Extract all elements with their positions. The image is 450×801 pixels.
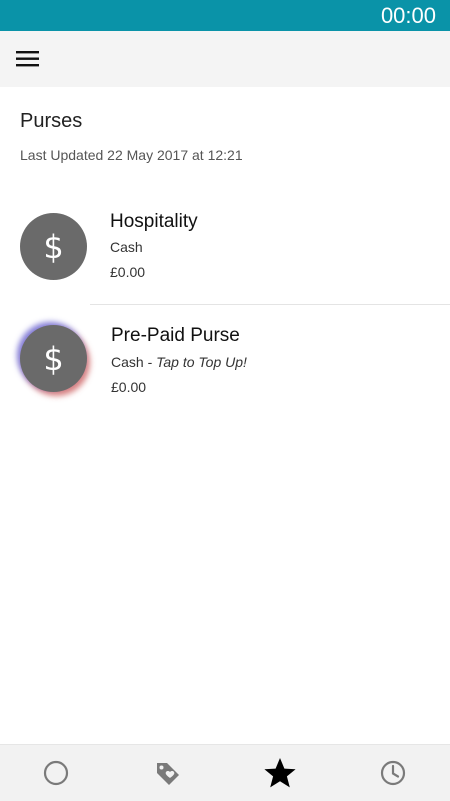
star-icon bbox=[264, 758, 296, 788]
nav-tab-history[interactable] bbox=[375, 755, 411, 791]
circle-icon bbox=[43, 760, 69, 786]
tag-heart-icon bbox=[157, 763, 179, 785]
last-updated-text: Last Updated 22 May 2017 at 12:21 bbox=[20, 147, 243, 163]
clock-icon bbox=[380, 760, 406, 786]
top-up-link[interactable]: Tap to Top Up! bbox=[156, 354, 247, 370]
purse-item-prepaid[interactable]: $ Pre-Paid Purse Cash - Tap to Top Up! £… bbox=[0, 305, 450, 415]
menu-button[interactable] bbox=[10, 43, 44, 75]
nav-tab-offers[interactable] bbox=[150, 755, 186, 791]
purse-name: Pre-Paid Purse bbox=[111, 325, 240, 346]
purse-name: Hospitality bbox=[110, 211, 198, 232]
status-time: 00:00 bbox=[380, 3, 436, 28]
purse-type: Cash bbox=[110, 239, 143, 255]
dollar-icon: $ bbox=[20, 213, 87, 280]
nav-tab-favourites[interactable] bbox=[262, 755, 298, 791]
purse-balance: £0.00 bbox=[111, 379, 147, 395]
dollar-icon: $ bbox=[20, 325, 87, 392]
nav-tab-circle[interactable] bbox=[38, 755, 74, 791]
purse-balance: £0.00 bbox=[110, 264, 146, 280]
purse-type: Cash - Tap to Top Up! bbox=[111, 354, 247, 370]
page-title: Purses bbox=[20, 110, 83, 132]
app-bar bbox=[0, 31, 450, 87]
purse-type-label: Cash - bbox=[111, 354, 157, 370]
status-bar: 00:00 bbox=[0, 0, 450, 31]
hamburger-menu-icon bbox=[16, 51, 39, 67]
bottom-nav bbox=[0, 744, 450, 801]
purse-item-hospitality[interactable]: $ Hospitality Cash £0.00 bbox=[0, 195, 450, 305]
